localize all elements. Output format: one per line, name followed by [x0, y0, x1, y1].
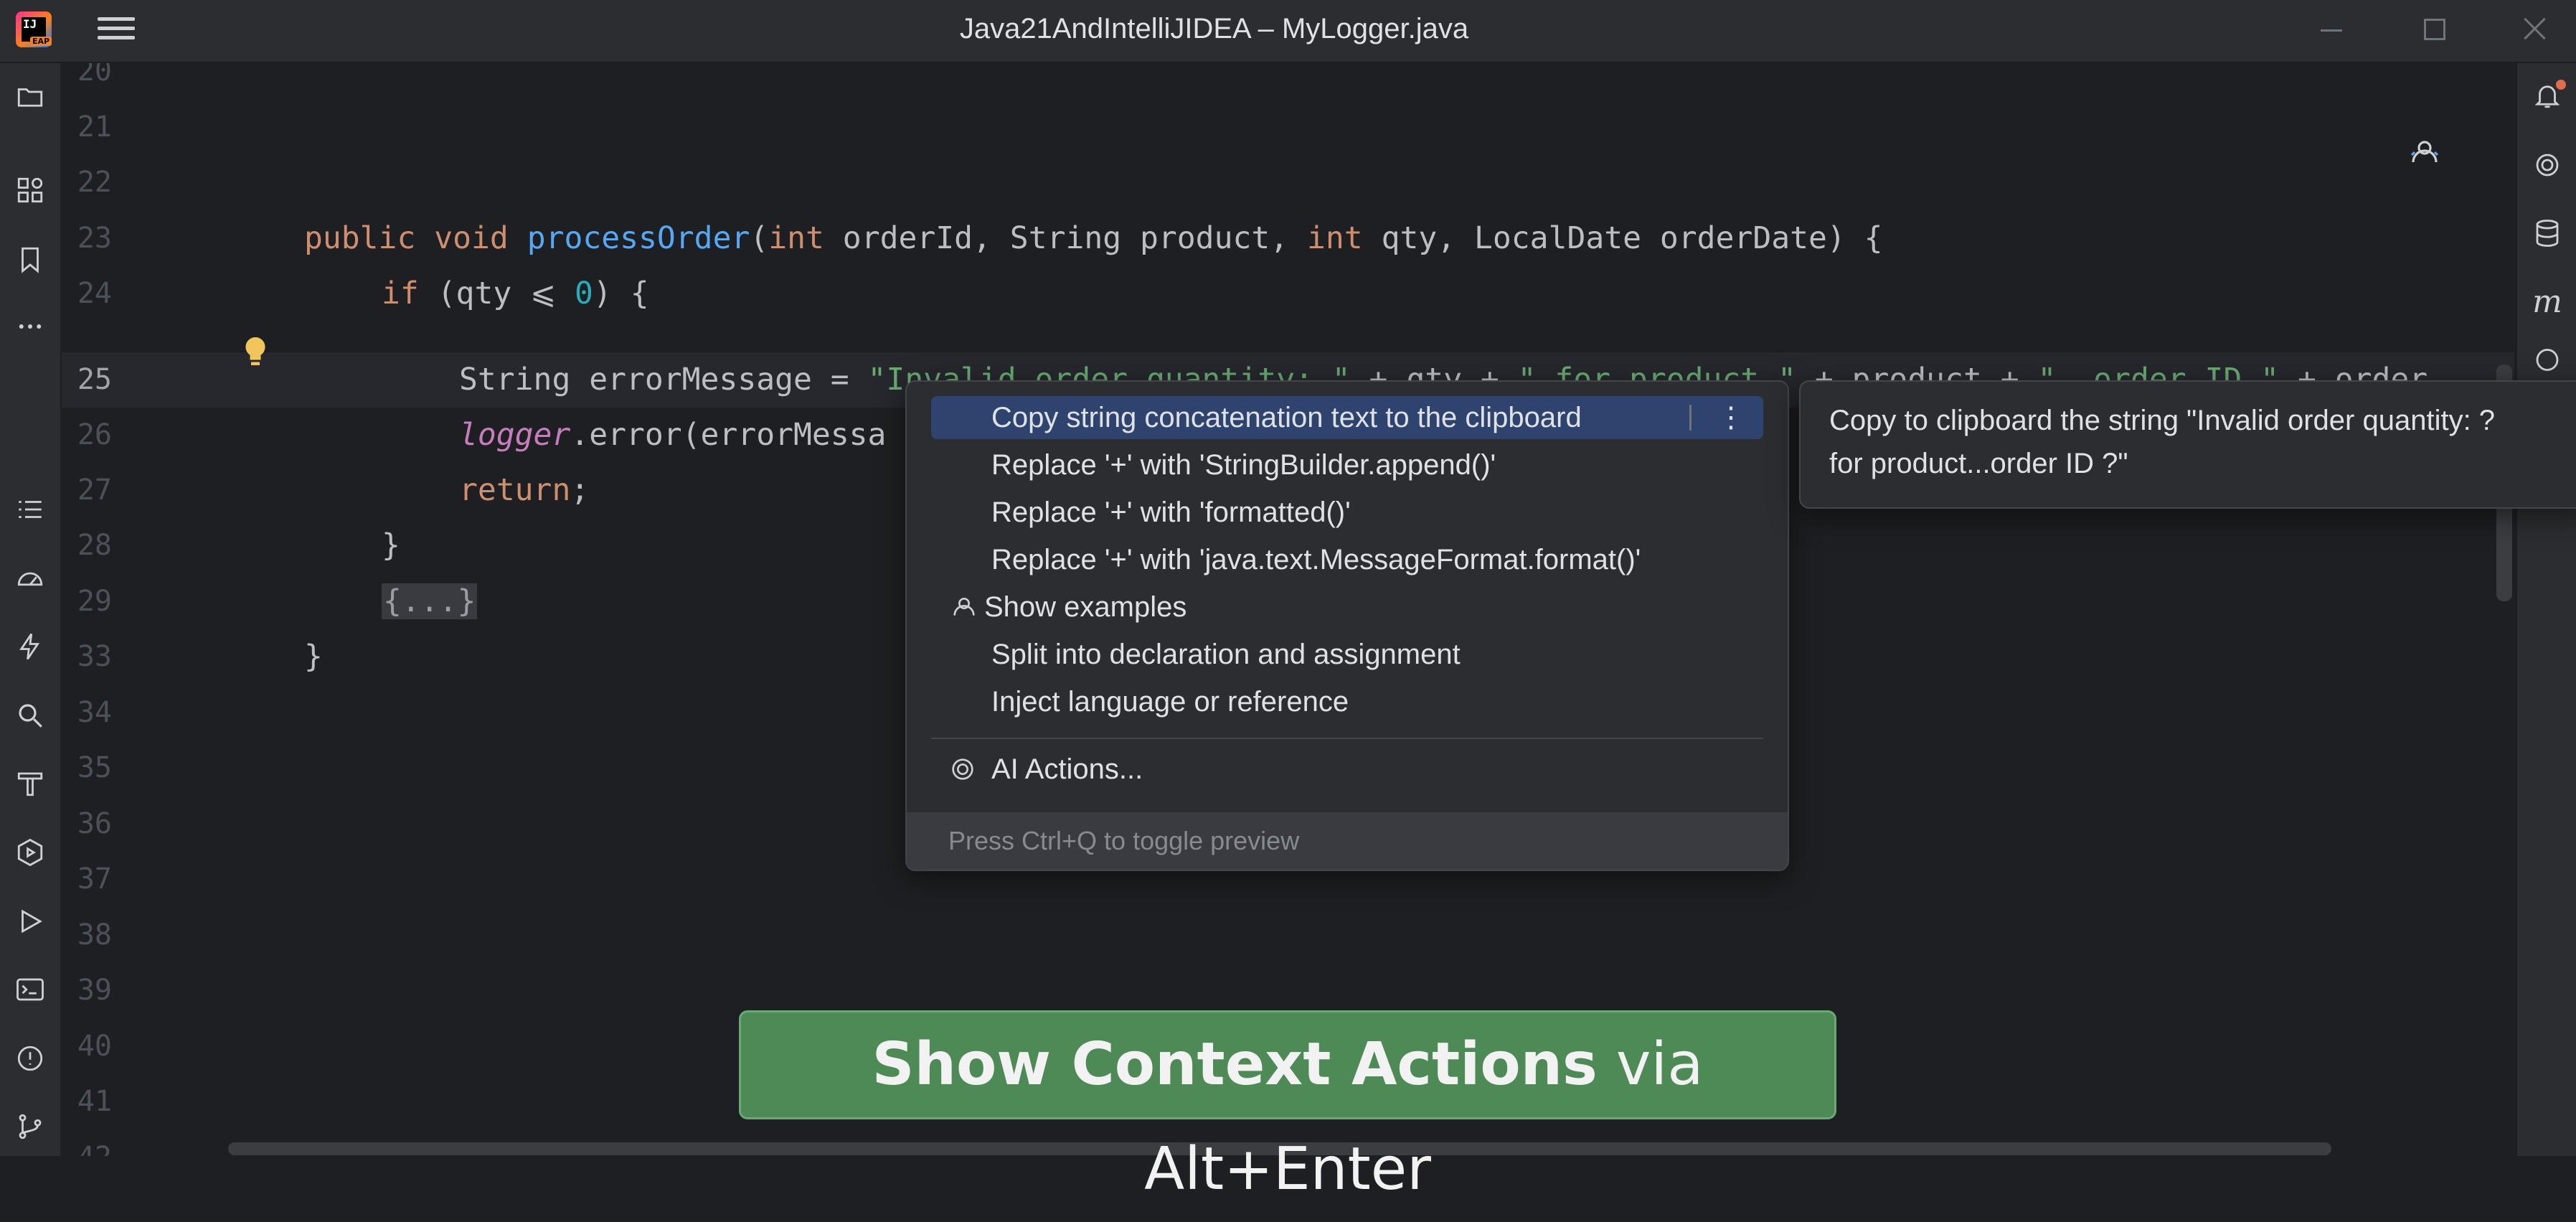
- lightbulb-icon[interactable]: [242, 334, 268, 370]
- services-lightning-icon[interactable]: [9, 625, 52, 668]
- copilot-icon[interactable]: [2526, 343, 2569, 372]
- menu-item-inject-language[interactable]: Inject language or reference: [931, 680, 1763, 723]
- line-number: 21: [77, 111, 112, 144]
- todo-list-icon[interactable]: [9, 488, 52, 531]
- notifications-bell-icon[interactable]: [2526, 74, 2569, 117]
- menu-item-replace-stringbuilder[interactable]: Replace '+' with 'StringBuilder.append()…: [931, 443, 1763, 487]
- line-number: 35: [77, 751, 112, 784]
- line-number: 24: [77, 277, 112, 310]
- line-number: 29: [77, 585, 112, 618]
- code-line-29: {...}: [382, 574, 478, 629]
- structure-icon[interactable]: [9, 169, 52, 212]
- window-title: Java21AndIntelliJIDEA – MyLogger.java: [959, 13, 1469, 44]
- preview-text-line-1: Copy to clipboard the string "Invalid or…: [1829, 405, 2496, 436]
- line-number: 20: [77, 63, 112, 88]
- database-icon[interactable]: [2526, 212, 2569, 255]
- project-folder-icon[interactable]: [9, 75, 52, 118]
- line-number: 22: [77, 166, 112, 199]
- shortcut-overlay-banner: Show Context Actions via Alt+Enter: [739, 1010, 1836, 1203]
- more-options-icon[interactable]: ⋮: [1713, 396, 1749, 439]
- line-number: 39: [77, 974, 112, 1007]
- menu-item-split-declaration[interactable]: Split into declaration and assignment: [931, 633, 1763, 676]
- menu-item-separator: [1689, 405, 1692, 431]
- line-number: 41: [77, 1085, 112, 1118]
- maximize-button[interactable]: [2402, 10, 2466, 50]
- context-actions-popup: Copy string concatenation text to the cl…: [905, 380, 1789, 871]
- problems-icon[interactable]: [9, 1037, 52, 1080]
- line-number: 27: [77, 474, 112, 507]
- menu-item-replace-messageformat[interactable]: Replace '+' with 'java.text.MessageForma…: [931, 538, 1763, 581]
- code-line-28: }: [382, 527, 400, 563]
- code-line-24: if (qty ⩽ 0) {: [382, 276, 649, 311]
- line-number: 38: [77, 918, 112, 951]
- bookmark-icon[interactable]: [9, 238, 52, 281]
- menu-separator: [931, 738, 1763, 739]
- reader-mode-icon[interactable]: [2407, 135, 2442, 169]
- ai-actions-icon: [952, 758, 973, 780]
- code-line-33: }: [304, 639, 323, 675]
- minimize-button[interactable]: [2299, 10, 2364, 50]
- folded-code-block[interactable]: {...}: [382, 583, 478, 619]
- menu-item-copy-concatenation[interactable]: Copy string concatenation text to the cl…: [931, 396, 1763, 439]
- line-number: 40: [77, 1030, 112, 1063]
- line-number: 37: [77, 863, 112, 896]
- line-number: 23: [77, 222, 112, 255]
- code-line-23: public void processOrder(int orderId, St…: [304, 220, 1883, 256]
- run-debug-icon[interactable]: [9, 831, 52, 874]
- find-search-icon[interactable]: [9, 694, 52, 737]
- menu-item-ai-actions[interactable]: AI Actions...: [931, 748, 1763, 791]
- terminal-icon[interactable]: [9, 968, 52, 1011]
- menu-item-replace-formatted[interactable]: Replace '+' with 'formatted()': [931, 491, 1763, 534]
- line-number: 28: [77, 529, 112, 562]
- more-tools-icon[interactable]: [9, 305, 52, 348]
- profiler-icon[interactable]: [9, 557, 52, 600]
- shortcut-action-name: Show Context Actions: [872, 1030, 1598, 1099]
- git-branch-icon[interactable]: [9, 1105, 52, 1148]
- right-tool-strip: m: [2516, 63, 2576, 1156]
- build-hammer-icon[interactable]: [9, 762, 52, 805]
- intention-preview-tooltip: Copy to clipboard the string "Invalid or…: [1799, 380, 2576, 509]
- line-number: 33: [77, 640, 112, 673]
- menu-item-show-examples[interactable]: Show examples: [931, 586, 1763, 629]
- examples-icon: [953, 598, 975, 616]
- run-icon[interactable]: [9, 900, 52, 943]
- code-line-27: return;: [459, 472, 590, 508]
- line-number: 26: [77, 418, 112, 451]
- maven-icon[interactable]: m: [2526, 280, 2569, 323]
- title-bar: IJ EAP Java21AndIntelliJIDEA – MyLogger.…: [0, 0, 2576, 63]
- line-number-current: 25: [77, 363, 112, 396]
- ai-assistant-icon[interactable]: [2526, 144, 2569, 187]
- line-number: 34: [77, 696, 112, 729]
- preview-text-line-2: for product...order ID ?": [1829, 448, 2128, 479]
- line-number: 36: [77, 807, 112, 840]
- code-line-26: logger.error(errorMessa: [459, 417, 887, 453]
- line-number: 42: [62, 1130, 112, 1156]
- popup-footer-hint: Press Ctrl+Q to toggle preview: [907, 812, 1788, 870]
- close-button[interactable]: [2504, 10, 2568, 50]
- notification-badge: [2556, 80, 2566, 90]
